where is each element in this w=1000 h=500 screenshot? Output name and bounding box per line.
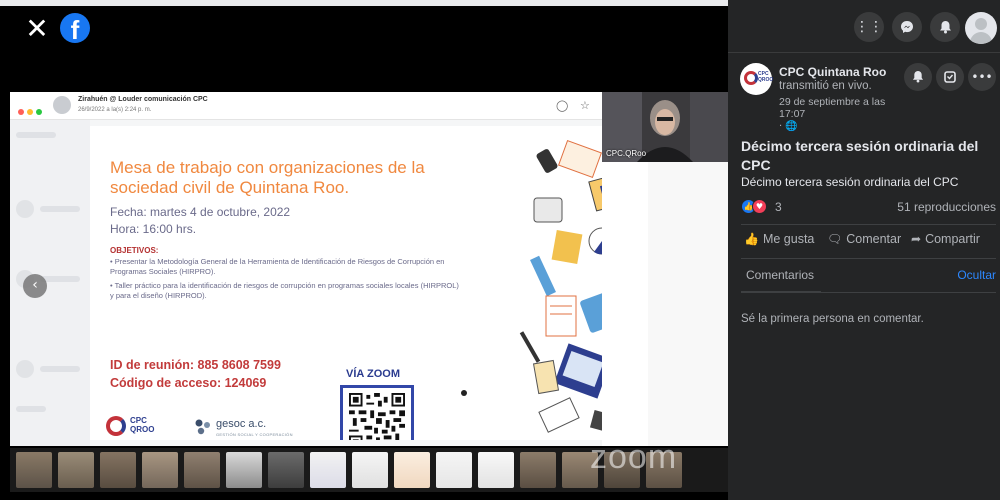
notification-bell-button[interactable] — [904, 63, 932, 91]
divider — [741, 258, 996, 259]
messenger-icon[interactable] — [892, 12, 922, 42]
thumbnail[interactable] — [58, 452, 94, 488]
divider — [741, 292, 996, 293]
sender-name: Zirahuén @ Louder comunicación CPC — [78, 96, 208, 103]
share-label: Compartir — [925, 232, 980, 246]
bookmark-icon — [944, 71, 956, 83]
save-button[interactable] — [936, 63, 964, 91]
comment-button[interactable]: 🗨 Comentar — [827, 232, 901, 250]
camera-background — [602, 162, 728, 446]
share-button[interactable]: ➦ Compartir — [911, 232, 980, 250]
qr-code — [340, 385, 414, 440]
qr-code-image — [349, 393, 405, 440]
love-reaction-icon[interactable]: ♥ — [752, 199, 767, 214]
privacy-globe-icon: · 🌐 — [779, 121, 798, 132]
post-description: Décimo tercera sesión ordinaria del CPC — [741, 175, 959, 189]
qroo-logo-text: QROO — [130, 425, 155, 434]
post-date[interactable]: 29 de septiembre a las 17:07 — [779, 96, 909, 120]
tab-comments[interactable]: Comentarios — [746, 268, 814, 282]
gesoc-mark-icon — [195, 419, 210, 435]
objective-2: • Taller práctico para la identificación… — [110, 281, 459, 300]
messenger-glyph — [901, 21, 913, 33]
top-strip — [0, 0, 728, 6]
meeting-id: ID de reunión: 885 8608 7599 — [110, 358, 281, 372]
event-flyer: Mesa de trabajo con organizaciones de la… — [90, 126, 602, 440]
camera-label: CPC.QRoo — [606, 149, 647, 158]
comment-bubble-icon: 🗨 — [827, 232, 843, 246]
bell-outline-icon — [912, 70, 924, 83]
objectives-heading: OBJETIVOS: — [110, 246, 159, 255]
objective-1: • Presentar la Metodología General de la… — [110, 257, 445, 276]
thumbnail[interactable] — [268, 452, 304, 488]
grid-menu-icon[interactable]: ⋮⋮ — [854, 12, 884, 42]
thumbnail[interactable] — [436, 452, 472, 488]
previous-arrow[interactable]: ‹ — [23, 274, 47, 298]
gesoc-tagline: GESTIÓN SOCIAL Y COOPERACIÓN — [216, 432, 293, 437]
window-controls — [18, 102, 45, 120]
thumbnail[interactable] — [142, 452, 178, 488]
like-label: Me gusta — [762, 232, 815, 246]
live-action-text: transmitió en vivo. — [779, 80, 872, 92]
divider — [741, 224, 996, 225]
hide-comments-link[interactable]: Ocultar — [957, 268, 996, 282]
thumbnail[interactable] — [520, 452, 556, 488]
thumbnail[interactable] — [310, 452, 346, 488]
access-code: Código de acceso: 124069 — [110, 376, 267, 390]
thumbnail[interactable] — [16, 452, 52, 488]
comment-icon: ◯ — [556, 99, 569, 112]
share-arrow-icon: ➦ — [911, 232, 922, 246]
sent-date: 26/9/2022 a la(s) 2:24 p. m. — [78, 107, 152, 113]
thumbs-up-icon: 👍 — [744, 232, 759, 246]
thumbnail[interactable] — [394, 452, 430, 488]
like-button[interactable]: 👍 Me gusta — [744, 232, 814, 250]
bell-glyph — [939, 21, 951, 34]
thumbnail[interactable] — [100, 452, 136, 488]
profile-avatar[interactable] — [965, 12, 997, 44]
via-zoom-label: VÍA ZOOM — [346, 368, 400, 380]
post-panel: ⋮⋮ CPC QROO CPC Quintana Roo transmitió e… — [728, 0, 1000, 500]
video-player[interactable]: ✕ f Zirahuén @ Louder comunicación CPC 2… — [0, 0, 728, 500]
flyer-time: Hora: 16:00 hrs. — [110, 222, 197, 236]
post-title: Décimo tercera sesión ordinaria del CPC — [741, 138, 979, 173]
facebook-logo[interactable]: f — [60, 13, 90, 45]
facebook-live-viewer: ✕ f Zirahuén @ Louder comunicación CPC 2… — [0, 0, 1000, 500]
close-icon[interactable]: ✕ — [22, 14, 52, 44]
bell-icon[interactable] — [930, 12, 960, 42]
thumbnail[interactable] — [478, 452, 514, 488]
comment-label: Comentar — [846, 232, 902, 246]
more-options-icon[interactable]: ••• — [968, 63, 996, 91]
shared-screen: Zirahuén @ Louder comunicación CPC 26/9/… — [10, 92, 602, 446]
background-sidebar — [10, 120, 90, 446]
reaction-count[interactable]: 3 — [775, 200, 782, 214]
mouse-pointer — [461, 390, 467, 396]
header-divider — [728, 52, 1000, 53]
page-name[interactable]: CPC Quintana Roo — [779, 65, 886, 79]
zoom-watermark: zoom — [590, 438, 678, 476]
thumbnail[interactable] — [352, 452, 388, 488]
camera-tile: CPC.QRoo — [602, 92, 728, 162]
sender-avatar — [53, 96, 71, 114]
page-avatar[interactable]: CPC QROO — [740, 63, 773, 95]
flyer-title: Mesa de trabajo con organizaciones de la… — [110, 158, 425, 197]
flyer-date: Fecha: martes 4 de octubre, 2022 — [110, 205, 291, 219]
empty-comments-message: Sé la primera persona en comentar. — [741, 313, 924, 325]
email-header-bar: Zirahuén @ Louder comunicación CPC 26/9/… — [10, 92, 602, 120]
view-count: 51 reproducciones — [897, 200, 996, 214]
cpc-logo-text: CPC — [130, 416, 147, 425]
thumbnail[interactable] — [226, 452, 262, 488]
thumbnail[interactable] — [184, 452, 220, 488]
star-icon: ☆ — [580, 99, 590, 112]
gesoc-logo-text: gesoc a.c. — [216, 418, 267, 430]
